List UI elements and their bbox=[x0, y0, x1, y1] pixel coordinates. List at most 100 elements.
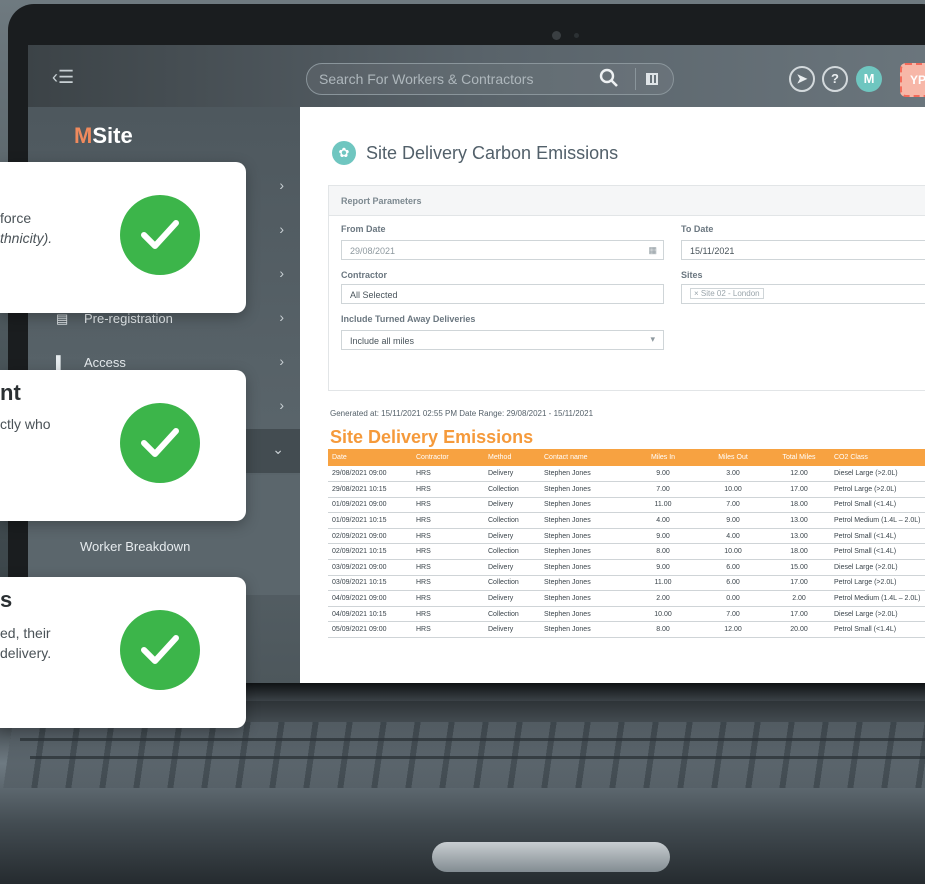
user-badge[interactable]: YP bbox=[900, 63, 925, 97]
table-cell: 12.00 bbox=[698, 621, 768, 639]
emissions-table: Date Contractor Method Contact name Mile… bbox=[328, 449, 925, 639]
camera-icon bbox=[552, 31, 561, 40]
table-cell: Collection bbox=[484, 543, 540, 561]
table-cell: 8.00 bbox=[628, 543, 698, 561]
turned-away-select[interactable]: Include all miles ▾ bbox=[341, 330, 664, 350]
page-title: Site Delivery Carbon Emissions bbox=[366, 143, 619, 163]
id-card-icon: ▤ bbox=[56, 311, 69, 326]
table-row[interactable]: 05/09/2021 09:00 HRS Delivery Stephen Jones… bbox=[328, 621, 925, 639]
table-cell: HRS bbox=[412, 590, 484, 607]
contractor-value: All Selected bbox=[350, 290, 398, 300]
help-icon[interactable]: ? bbox=[822, 66, 848, 92]
sidebar-item-label: Access bbox=[84, 355, 126, 370]
table-row[interactable]: 04/09/2021 09:00 HRS Delivery Stephen Jones… bbox=[328, 590, 925, 607]
card-text-line: delivery. bbox=[0, 645, 52, 661]
table-cell: 11.00 bbox=[628, 575, 698, 592]
column-header[interactable]: Date bbox=[328, 449, 412, 466]
table-cell: HRS bbox=[412, 575, 484, 592]
report-parameters-panel: Report Parameters From Date 29/08/2021 ▦… bbox=[328, 185, 925, 391]
table-cell: HRS bbox=[412, 466, 484, 483]
column-header[interactable]: Miles In bbox=[628, 449, 698, 466]
chevron-right-icon: › bbox=[279, 309, 284, 325]
table-cell: Stephen Jones bbox=[540, 466, 628, 483]
table-cell: 4.00 bbox=[628, 512, 698, 529]
table-row[interactable]: 01/09/2021 10:15 HRS Collection Stephen Jon… bbox=[328, 512, 925, 529]
qr-code-icon[interactable] bbox=[635, 68, 658, 90]
table-cell: 18.00 bbox=[768, 543, 830, 561]
table-cell: 4.00 bbox=[698, 528, 768, 545]
chevron-right-icon: › bbox=[279, 221, 284, 237]
table-cell: 2.00 bbox=[628, 590, 698, 607]
lightning-icon[interactable]: ➤ bbox=[789, 66, 815, 92]
card-title: s bbox=[0, 587, 13, 612]
calendar-icon[interactable]: ▦ bbox=[648, 245, 657, 256]
table-cell: 01/09/2021 10:15 bbox=[328, 512, 412, 529]
to-date-label: To Date bbox=[681, 224, 714, 234]
table-cell: Petrol Small (<1.4L) bbox=[830, 528, 925, 545]
table-row[interactable]: 03/09/2021 09:00 HRS Delivery Stephen Jones… bbox=[328, 559, 925, 576]
table-cell: Delivery bbox=[484, 497, 540, 514]
check-icon bbox=[120, 610, 200, 690]
keyboard-keys bbox=[3, 722, 925, 788]
table-cell: Delivery bbox=[484, 590, 540, 607]
table-row[interactable]: 02/09/2021 10:15 HRS Collection Stephen Jon… bbox=[328, 543, 925, 561]
card-text-line: force bbox=[0, 210, 32, 226]
table-row[interactable]: 04/09/2021 10:15 HRS Collection Stephen Jon… bbox=[328, 606, 925, 623]
menu-toggle-icon[interactable]: ‹☰ bbox=[52, 67, 74, 88]
turned-away-value: Include all miles bbox=[350, 336, 415, 346]
table-cell: 03/09/2021 09:00 bbox=[328, 559, 412, 576]
column-header[interactable]: Miles Out bbox=[698, 449, 768, 466]
keyboard-row-gap bbox=[20, 738, 925, 741]
feature-card-1: force thnicity). bbox=[0, 162, 246, 313]
table-cell: 17.00 bbox=[768, 575, 830, 592]
site-tag[interactable]: × Site 02 - London bbox=[690, 288, 764, 299]
contractor-field[interactable]: All Selected bbox=[341, 284, 664, 304]
logo-rest: Site bbox=[92, 123, 133, 148]
chevron-right-icon: › bbox=[279, 265, 284, 281]
table-row[interactable]: 29/08/2021 09:00 HRS Delivery Stephen Jones… bbox=[328, 466, 925, 483]
table-cell: Collection bbox=[484, 575, 540, 592]
main-content: ✿ Site Delivery Carbon Emissions Report … bbox=[300, 107, 925, 683]
table-cell: Stephen Jones bbox=[540, 621, 628, 639]
check-icon bbox=[120, 403, 200, 483]
table-row[interactable]: 01/09/2021 09:00 HRS Delivery Stephen Jones… bbox=[328, 497, 925, 514]
sidebar-subitem-worker-breakdown[interactable]: Worker Breakdown bbox=[80, 539, 190, 554]
table-row[interactable]: 03/09/2021 10:15 HRS Collection Stephen Jon… bbox=[328, 575, 925, 592]
chevron-right-icon: › bbox=[279, 177, 284, 193]
table-cell: Stephen Jones bbox=[540, 497, 628, 514]
search-icon[interactable] bbox=[599, 68, 623, 90]
table-cell: Stephen Jones bbox=[540, 543, 628, 561]
table-cell: Delivery bbox=[484, 559, 540, 576]
table-cell: 3.00 bbox=[698, 466, 768, 483]
column-header[interactable]: Total Miles bbox=[768, 449, 830, 466]
search-input[interactable] bbox=[319, 64, 589, 94]
table-cell: 11.00 bbox=[628, 497, 698, 514]
table-cell: Diesel Large (>2.0L) bbox=[830, 559, 925, 576]
table-cell: 7.00 bbox=[628, 481, 698, 498]
check-icon bbox=[120, 195, 200, 275]
table-cell: 2.00 bbox=[768, 590, 830, 607]
table-cell: Diesel Large (>2.0L) bbox=[830, 606, 925, 623]
card-text-line: ctly who bbox=[0, 416, 51, 432]
table-row[interactable]: 29/08/2021 10:15 HRS Collection Stephen Jon… bbox=[328, 481, 925, 498]
to-date-field[interactable]: 15/11/2021 bbox=[681, 240, 925, 260]
table-cell: 18.00 bbox=[768, 497, 830, 514]
table-cell: Petrol Small (<1.4L) bbox=[830, 497, 925, 514]
sites-field[interactable]: × Site 02 - London bbox=[681, 284, 925, 304]
avatar[interactable]: M bbox=[856, 66, 882, 92]
table-cell: 8.00 bbox=[628, 621, 698, 639]
column-header[interactable]: CO2 Class bbox=[830, 449, 925, 466]
chevron-down-icon: ⌄ bbox=[272, 441, 284, 457]
table-cell: 02/09/2021 09:00 bbox=[328, 528, 412, 545]
table-row[interactable]: 02/09/2021 09:00 HRS Delivery Stephen Jones… bbox=[328, 528, 925, 545]
column-header[interactable]: Contact name bbox=[540, 449, 628, 466]
table-body: 29/08/2021 09:00 HRS Delivery Stephen Jones… bbox=[328, 466, 925, 639]
msite-logo[interactable]: MSite bbox=[74, 123, 133, 149]
from-date-field[interactable]: 29/08/2021 ▦ bbox=[341, 240, 664, 260]
column-header[interactable]: Contractor bbox=[412, 449, 484, 466]
table-cell: Collection bbox=[484, 512, 540, 529]
turned-away-label: Include Turned Away Deliveries bbox=[341, 314, 476, 324]
chevron-right-icon: › bbox=[279, 397, 284, 413]
table-cell: Petrol Medium (1.4L – 2.0L) bbox=[830, 512, 925, 529]
column-header[interactable]: Method bbox=[484, 449, 540, 466]
